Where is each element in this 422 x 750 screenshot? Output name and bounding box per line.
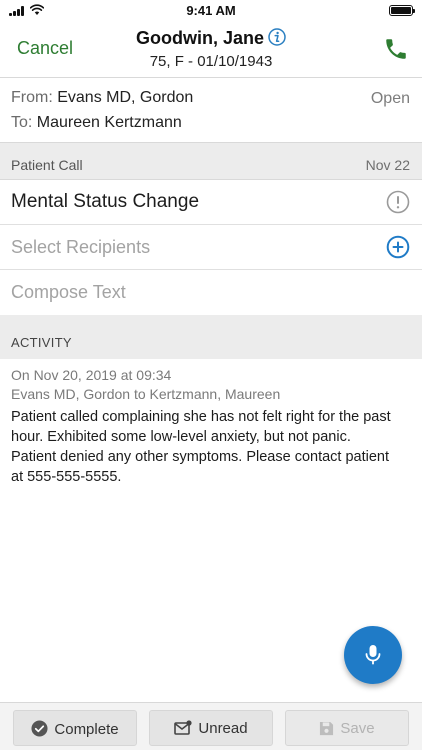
entry-body: Patient called complaining she has not f… [11, 409, 391, 485]
activity-label: ACTIVITY [11, 335, 72, 350]
category-date: Nov 22 [365, 157, 410, 173]
save-button[interactable]: Save [285, 710, 409, 746]
to-line: To: Maureen Kertzmann [11, 114, 182, 132]
patient-name: Goodwin, Jane [135, 28, 264, 48]
microphone-icon [365, 645, 381, 665]
nav-header: Cancel Goodwin, Jane 75, F - 01/10/1943 [0, 22, 422, 78]
activity-entry: On Nov 20, 2019 at 09:34 Evans MD, Gordo… [11, 366, 411, 487]
save-label: Save [340, 720, 375, 737]
recipients-placeholder: Select Recipients [11, 237, 151, 257]
from-value: Evans MD, Gordon [57, 89, 194, 106]
battery-icon [389, 5, 415, 16]
compose-placeholder: Compose Text [11, 282, 126, 302]
to-label: To: [11, 114, 33, 131]
mail-icon [174, 720, 192, 735]
compose-text-field[interactable]: Compose Text [0, 270, 422, 315]
from-line: From: Evans MD, Gordon [11, 89, 193, 107]
status-bar: 9:41 AM [0, 0, 422, 22]
complete-button[interactable]: Complete [13, 710, 137, 746]
from-label: From: [11, 89, 53, 106]
activity-header: ACTIVITY [0, 315, 422, 359]
subject-row[interactable]: Mental Status Change [0, 180, 422, 225]
patient-title: Goodwin, Jane 75, F - 01/10/1943 [0, 28, 422, 70]
status-time: 9:41 AM [186, 3, 236, 18]
subject-text: Mental Status Change [11, 191, 200, 212]
category-bar: Patient Call Nov 22 [0, 142, 422, 180]
complete-label: Complete [54, 721, 119, 738]
info-icon[interactable] [268, 28, 286, 46]
message-participants: From: Evans MD, Gordon To: Maureen Kertz… [0, 79, 422, 141]
bottom-toolbar: Complete Unread Save [0, 702, 422, 750]
patient-details: 75, F - 01/10/1943 [149, 53, 273, 70]
unread-label: Unread [198, 720, 248, 737]
entry-date: On Nov 20, 2019 at 09:34 [11, 367, 172, 383]
screen: 9:41 AM Cancel Goodwin, Jane 75, F - 01/… [0, 0, 422, 750]
message-status: Open [370, 90, 410, 107]
phone-icon[interactable] [383, 36, 409, 62]
unread-button[interactable]: Unread [149, 710, 273, 746]
category-label: Patient Call [11, 157, 83, 173]
entry-route: Evans MD, Gordon to Kertzmann, Maureen [11, 386, 281, 402]
add-circle-icon[interactable] [386, 235, 410, 259]
alert-circle-icon[interactable] [386, 190, 410, 214]
to-value: Maureen Kertzmann [36, 114, 182, 131]
recipients-row[interactable]: Select Recipients [0, 225, 422, 270]
check-circle-icon [31, 720, 48, 737]
floppy-disk-icon [320, 721, 334, 736]
microphone-button[interactable] [344, 626, 402, 684]
